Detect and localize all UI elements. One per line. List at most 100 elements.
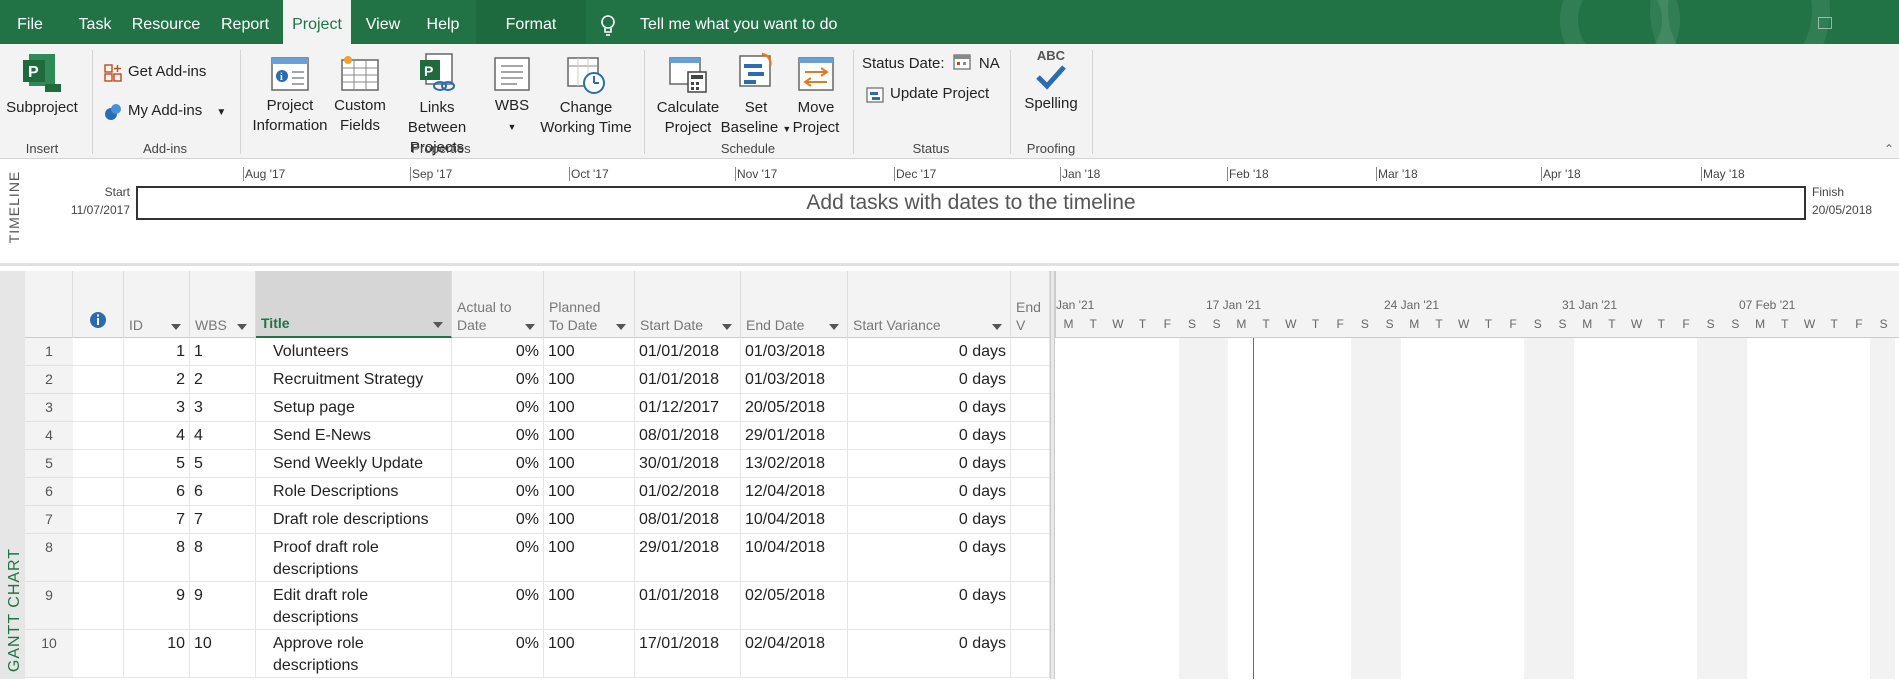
column-header-end-variance[interactable]: End V bbox=[1011, 271, 1050, 338]
filter-dropdown-icon[interactable] bbox=[829, 324, 839, 330]
cell-actual[interactable]: 0% bbox=[452, 478, 544, 505]
table-row[interactable]: 7 7 Draft role descriptions 0% 100 08/01/2018… bbox=[73, 506, 1050, 534]
cell-end[interactable]: 12/04/2018 bbox=[741, 478, 848, 505]
table-row[interactable]: 2 2 Recruitment Strategy 0% 100 01/01/2018 01/… bbox=[73, 366, 1050, 394]
cell-end[interactable]: 01/03/2018 bbox=[741, 366, 848, 393]
cell-end[interactable]: 10/04/2018 bbox=[741, 534, 848, 581]
cell-ind[interactable] bbox=[73, 422, 124, 449]
cell-wbs[interactable]: 1 bbox=[190, 338, 256, 365]
cell-ind[interactable] bbox=[73, 450, 124, 477]
tab-view[interactable]: View bbox=[359, 0, 407, 44]
cell-id[interactable]: 7 bbox=[124, 506, 190, 533]
cell-wbs[interactable]: 6 bbox=[190, 478, 256, 505]
column-header-id[interactable]: ID bbox=[124, 271, 190, 338]
filter-dropdown-icon[interactable] bbox=[433, 322, 443, 328]
cell-actual[interactable]: 0% bbox=[452, 422, 544, 449]
collapse-ribbon-icon[interactable]: ⌃ bbox=[1884, 142, 1894, 156]
cell-end[interactable]: 01/03/2018 bbox=[741, 338, 848, 365]
cell-actual[interactable]: 0% bbox=[452, 394, 544, 421]
table-row[interactable]: 8 8 Proof draft role descriptions 0% 100 29/0… bbox=[73, 534, 1050, 582]
cell-start[interactable]: 01/12/2017 bbox=[635, 394, 741, 421]
timeline-side-tab[interactable]: TIMELINE bbox=[0, 159, 24, 263]
cell-endvar[interactable] bbox=[1011, 366, 1050, 393]
cell-wbs[interactable]: 10 bbox=[190, 630, 256, 677]
cell-id[interactable]: 6 bbox=[124, 478, 190, 505]
cell-actual[interactable]: 0% bbox=[452, 366, 544, 393]
calculate-project-button[interactable]: Calculate Project bbox=[650, 56, 726, 138]
row-number[interactable]: 4 bbox=[25, 422, 73, 450]
cell-actual[interactable]: 0% bbox=[452, 534, 544, 581]
cell-title[interactable]: Recruitment Strategy bbox=[256, 366, 452, 393]
set-baseline-button[interactable]: Set Baseline ▼ bbox=[720, 52, 792, 139]
cell-ind[interactable] bbox=[73, 366, 124, 393]
row-number[interactable]: 2 bbox=[25, 366, 73, 394]
tab-help[interactable]: Help bbox=[418, 0, 468, 44]
cell-variance[interactable]: 0 days bbox=[848, 506, 1011, 533]
column-header-planned-to-date[interactable]: Planned To Date bbox=[544, 271, 635, 338]
filter-dropdown-icon[interactable] bbox=[992, 324, 1002, 330]
cell-end[interactable]: 02/05/2018 bbox=[741, 582, 848, 629]
spelling-button[interactable]: ABC Spelling bbox=[1018, 48, 1084, 114]
cell-ind[interactable] bbox=[73, 338, 124, 365]
cell-actual[interactable]: 0% bbox=[452, 338, 544, 365]
change-working-time-button[interactable]: Change Working Time bbox=[536, 56, 636, 138]
custom-fields-button[interactable]: Custom Fields bbox=[332, 56, 388, 136]
column-header-title[interactable]: Title bbox=[256, 271, 452, 338]
cell-ind[interactable] bbox=[73, 506, 124, 533]
cell-planned[interactable]: 100 bbox=[544, 366, 635, 393]
row-number[interactable]: 8 bbox=[25, 534, 73, 582]
table-row[interactable]: 6 6 Role Descriptions 0% 100 01/02/2018 12/04/… bbox=[73, 478, 1050, 506]
cell-variance[interactable]: 0 days bbox=[848, 534, 1011, 581]
cell-variance[interactable]: 0 days bbox=[848, 630, 1011, 677]
cell-ind[interactable] bbox=[73, 630, 124, 677]
tell-me-search[interactable]: Tell me what you want to do bbox=[600, 0, 837, 44]
cell-id[interactable]: 9 bbox=[124, 582, 190, 629]
filter-dropdown-icon[interactable] bbox=[237, 324, 247, 330]
cell-wbs[interactable]: 8 bbox=[190, 534, 256, 581]
table-row[interactable]: 10 10 Approve role descriptions 0% 100 17/01/… bbox=[73, 630, 1050, 678]
cell-start[interactable]: 01/01/2018 bbox=[635, 366, 741, 393]
cell-title[interactable]: Volunteers bbox=[256, 338, 452, 365]
get-addins-button[interactable]: Get Add-ins bbox=[104, 62, 206, 82]
cell-start[interactable]: 01/01/2018 bbox=[635, 338, 741, 365]
cell-id[interactable]: 2 bbox=[124, 366, 190, 393]
column-header-start-variance[interactable]: Start Variance bbox=[848, 271, 1011, 338]
cell-ind[interactable] bbox=[73, 478, 124, 505]
row-number[interactable]: 6 bbox=[25, 478, 73, 506]
cell-planned[interactable]: 100 bbox=[544, 506, 635, 533]
row-number[interactable]: 7 bbox=[25, 506, 73, 534]
filter-dropdown-icon[interactable] bbox=[171, 324, 181, 330]
cell-end[interactable]: 10/04/2018 bbox=[741, 506, 848, 533]
cell-title[interactable]: Approve role descriptions bbox=[256, 630, 452, 677]
cell-start[interactable]: 29/01/2018 bbox=[635, 534, 741, 581]
cell-title[interactable]: Role Descriptions bbox=[256, 478, 452, 505]
cell-endvar[interactable] bbox=[1011, 338, 1050, 365]
cell-id[interactable]: 8 bbox=[124, 534, 190, 581]
cell-title[interactable]: Draft role descriptions bbox=[256, 506, 452, 533]
table-row[interactable]: 3 3 Setup page 0% 100 01/12/2017 20/05/2018 0 d… bbox=[73, 394, 1050, 422]
cell-ind[interactable] bbox=[73, 394, 124, 421]
table-row[interactable]: 1 1 Volunteers 0% 100 01/01/2018 01/03/2018 0 d… bbox=[73, 338, 1050, 366]
cell-start[interactable]: 17/01/2018 bbox=[635, 630, 741, 677]
cell-actual[interactable]: 0% bbox=[452, 582, 544, 629]
cell-title[interactable]: Setup page bbox=[256, 394, 452, 421]
cell-planned[interactable]: 100 bbox=[544, 450, 635, 477]
cell-wbs[interactable]: 7 bbox=[190, 506, 256, 533]
restore-window-icon[interactable] bbox=[1818, 17, 1832, 29]
cell-title[interactable]: Proof draft role descriptions bbox=[256, 534, 452, 581]
cell-endvar[interactable] bbox=[1011, 506, 1050, 533]
column-header-wbs[interactable]: WBS bbox=[190, 271, 256, 338]
cell-actual[interactable]: 0% bbox=[452, 450, 544, 477]
cell-start[interactable]: 30/01/2018 bbox=[635, 450, 741, 477]
column-header-actual-to-date[interactable]: Actual to Date bbox=[452, 271, 544, 338]
tab-resource[interactable]: Resource bbox=[128, 0, 204, 44]
cell-endvar[interactable] bbox=[1011, 394, 1050, 421]
project-information-button[interactable]: i Project Information bbox=[248, 56, 332, 136]
cell-planned[interactable]: 100 bbox=[544, 422, 635, 449]
tab-task[interactable]: Task bbox=[72, 0, 118, 44]
cell-id[interactable]: 4 bbox=[124, 422, 190, 449]
cell-variance[interactable]: 0 days bbox=[848, 422, 1011, 449]
subproject-button[interactable]: P Subproject bbox=[4, 52, 80, 118]
cell-planned[interactable]: 100 bbox=[544, 394, 635, 421]
cell-ind[interactable] bbox=[73, 534, 124, 581]
